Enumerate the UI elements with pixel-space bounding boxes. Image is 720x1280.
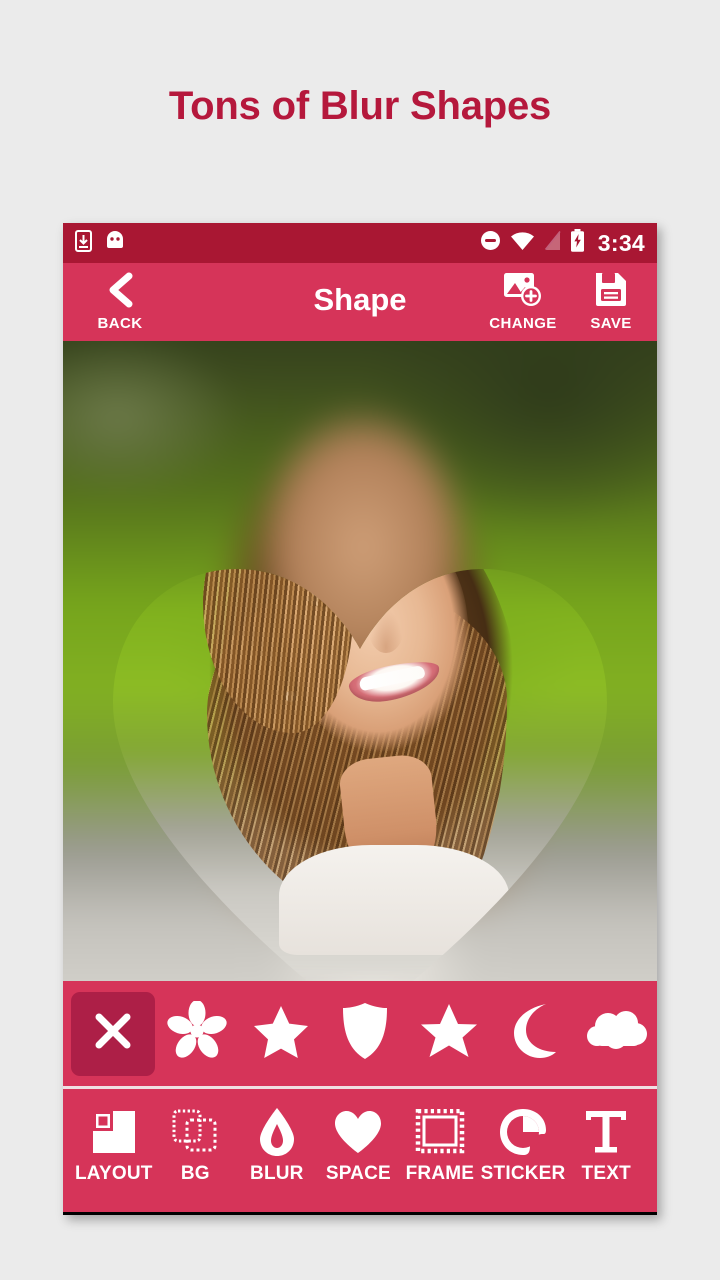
layout-icon — [91, 1103, 137, 1161]
app-bar: Shape BACK CHANGE SAVE — [63, 263, 657, 341]
tool-sticker-label: STICKER — [480, 1163, 566, 1184]
save-button-label: SAVE — [590, 315, 632, 332]
cloud-icon — [586, 1010, 648, 1057]
tool-bg-label: BG — [180, 1163, 210, 1184]
crescent-moon-icon — [506, 1002, 560, 1065]
cellular-signal-icon — [544, 230, 561, 256]
bottom-toolbar[interactable]: LAYOUT BG BLUR SPACE FRAME STICKER TEXT — [63, 1089, 657, 1212]
tool-frame-label: FRAME — [405, 1163, 475, 1184]
background-layers-icon — [171, 1103, 219, 1161]
tool-space[interactable]: SPACE — [318, 1103, 400, 1185]
shape-item-none[interactable] — [71, 991, 155, 1076]
tool-layout-label: LAYOUT — [74, 1163, 153, 1184]
text-t-icon — [584, 1103, 628, 1161]
status-bar-right-icons: 3:34 — [480, 229, 645, 257]
photo-canvas[interactable] — [63, 341, 657, 981]
shape-item-cloud[interactable] — [575, 992, 657, 1076]
do-not-disturb-icon — [480, 230, 501, 256]
flower-icon — [167, 1000, 227, 1066]
back-button[interactable]: BACK — [81, 271, 159, 332]
tool-blur[interactable]: BLUR — [236, 1103, 318, 1185]
change-button-label: CHANGE — [489, 315, 557, 332]
tool-frame[interactable]: FRAME — [399, 1103, 481, 1185]
shape-item-star-alt[interactable] — [407, 992, 491, 1076]
android-robot-icon — [104, 230, 126, 256]
status-bar-clock: 3:34 — [597, 229, 645, 256]
phone-mockup: 3:34 Shape BACK CHANGE SAVE LAYOUT BG BL… — [63, 223, 657, 1215]
status-bar-left-icons — [75, 229, 126, 257]
shield-icon — [340, 1001, 390, 1066]
star-icon — [252, 1002, 310, 1065]
water-drop-icon — [258, 1103, 296, 1161]
page-title: Tons of Blur Shapes — [168, 84, 552, 128]
wifi-icon — [510, 231, 535, 256]
battery-charging-icon — [570, 229, 585, 257]
close-x-icon — [90, 1008, 136, 1059]
image-add-icon — [503, 271, 543, 314]
shape-item-shield[interactable] — [323, 992, 407, 1076]
shape-item-flower[interactable] — [155, 992, 239, 1076]
download-icon — [75, 229, 92, 257]
change-button[interactable]: CHANGE — [481, 271, 565, 332]
status-bar: 3:34 — [63, 223, 657, 263]
stamp-frame-icon — [415, 1103, 465, 1161]
shape-item-star[interactable] — [239, 992, 323, 1076]
tool-text[interactable]: TEXT — [565, 1103, 647, 1185]
tool-blur-label: BLUR — [250, 1163, 304, 1184]
tool-text-label: TEXT — [581, 1163, 631, 1184]
sticker-peel-icon — [499, 1103, 547, 1161]
tool-bg[interactable]: BG — [155, 1103, 237, 1185]
tool-sticker[interactable]: STICKER — [481, 1103, 566, 1185]
save-button[interactable]: SAVE — [573, 271, 649, 332]
star-alt-icon — [420, 1002, 478, 1065]
screenshot-root: Tons of Blur Shapes 3:34 Shape BACK CHAN… — [0, 0, 720, 1280]
shape-picker-strip[interactable] — [63, 981, 657, 1089]
tool-space-label: SPACE — [325, 1163, 391, 1184]
tool-layout[interactable]: LAYOUT — [73, 1103, 155, 1185]
chevron-left-icon — [104, 271, 136, 314]
floppy-disk-icon — [594, 271, 628, 314]
heart-icon — [333, 1103, 383, 1161]
back-button-label: BACK — [97, 315, 143, 332]
shape-item-moon[interactable] — [491, 992, 575, 1076]
